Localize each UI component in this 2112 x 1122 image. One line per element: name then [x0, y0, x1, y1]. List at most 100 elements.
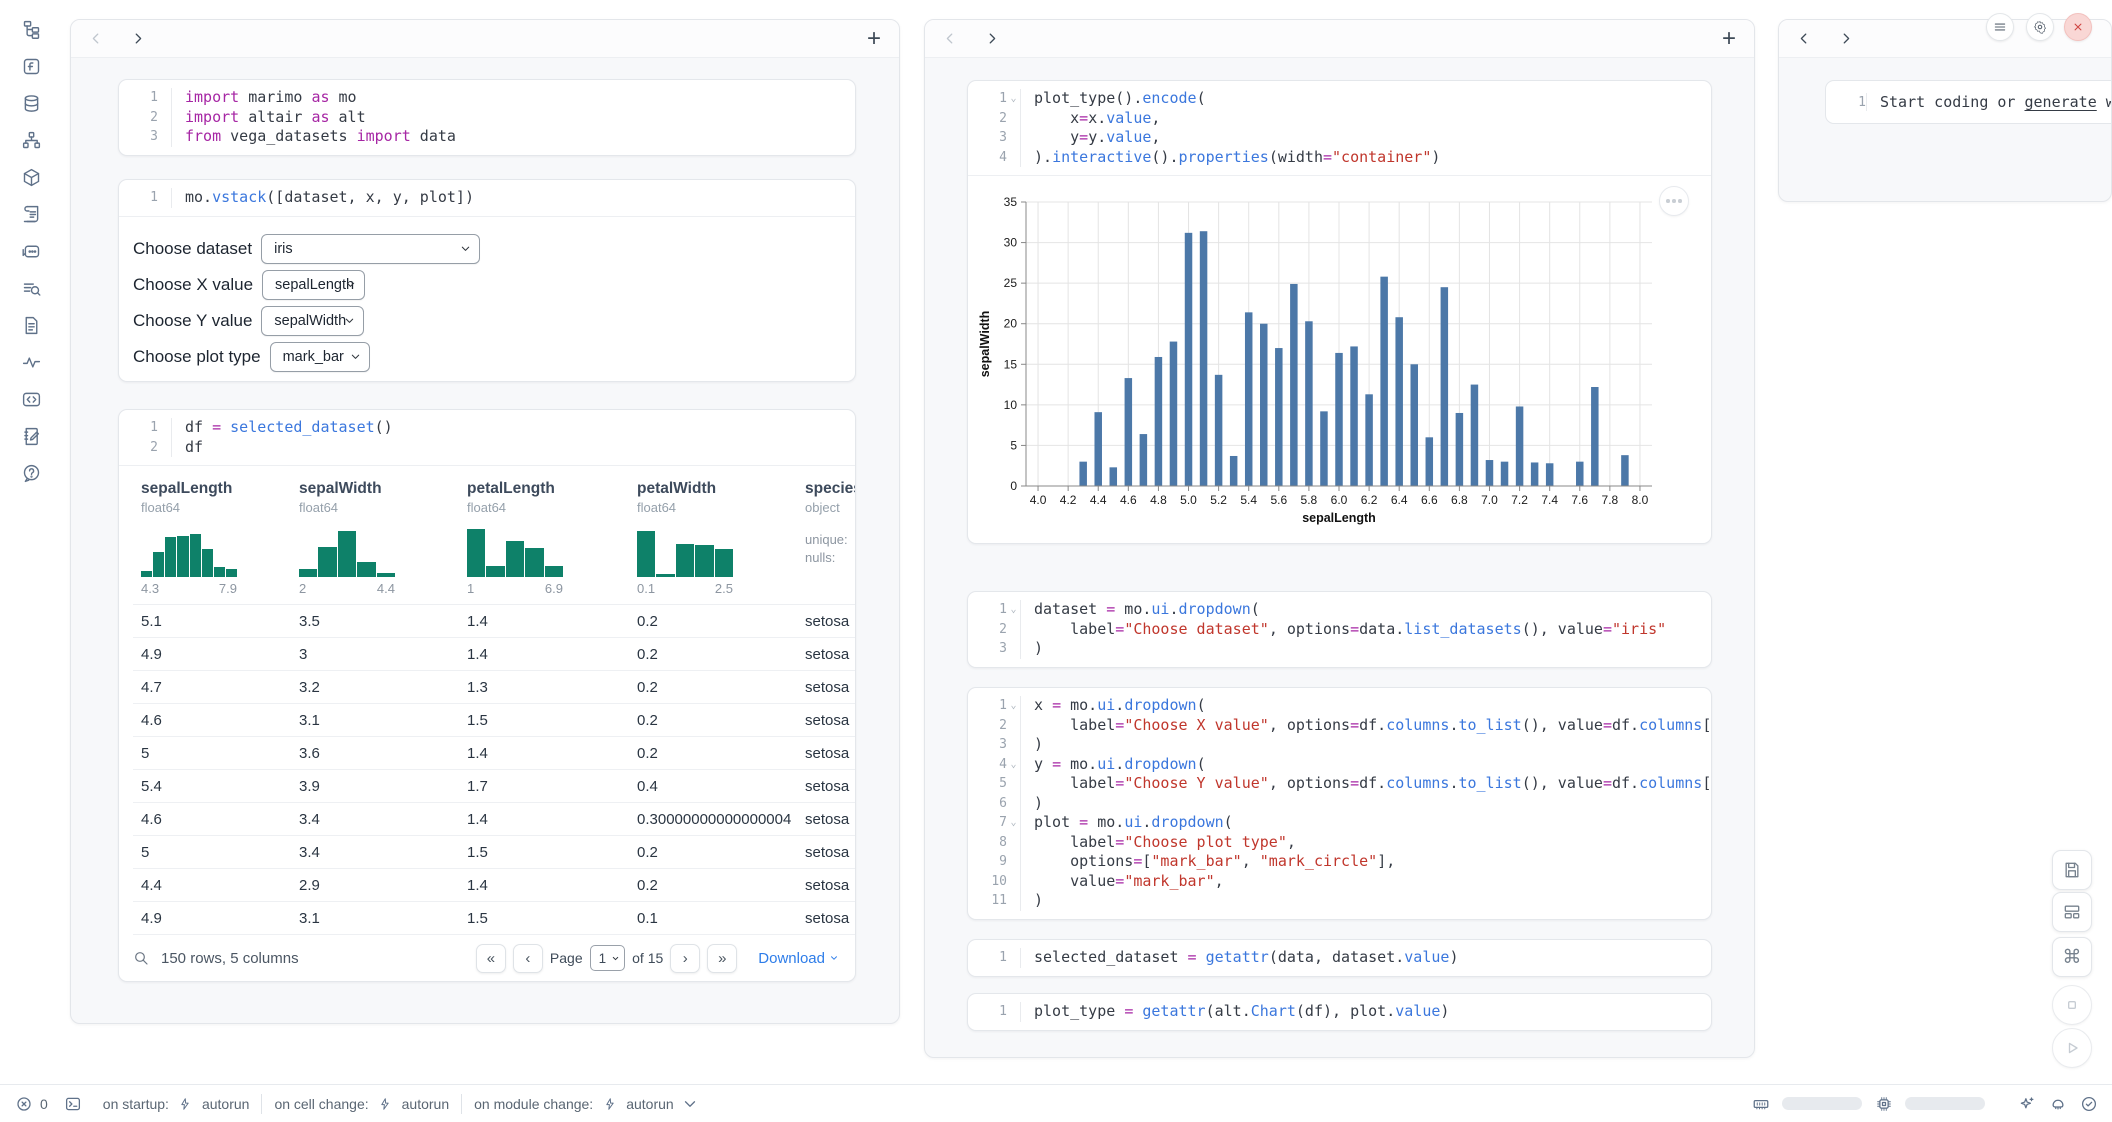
table-row[interactable]: 53.41.50.2setosa	[133, 836, 855, 869]
line-number: 1	[150, 88, 158, 108]
column-header[interactable]: speciesobjectunique:nulls:	[797, 480, 855, 596]
cell-vstack[interactable]: 1mo.vstack([dataset, x, y, plot]) Choose…	[118, 179, 856, 382]
chevron-right-icon[interactable]	[1838, 31, 1853, 46]
table-row[interactable]: 4.73.21.30.2setosa	[133, 671, 855, 704]
prev-page-button[interactable]: ‹	[513, 944, 543, 973]
code-editor[interactable]: 1plot_type = getattr(alt.Chart(df), plot…	[968, 994, 1711, 1030]
hierarchy-icon[interactable]	[20, 129, 42, 151]
stop-button[interactable]	[2052, 985, 2092, 1025]
marimo-cloud-icon[interactable]	[2048, 1094, 2067, 1113]
layout-toggle-button[interactable]	[2052, 892, 2092, 932]
menu-button[interactable]	[1986, 13, 2014, 41]
cpu-usage-bar[interactable]	[1905, 1097, 1985, 1110]
table-row[interactable]: 4.93.11.50.1setosa	[133, 902, 855, 935]
chevron-left-icon[interactable]	[89, 31, 104, 46]
page-select[interactable]: 1	[590, 945, 626, 971]
next-page-button[interactable]: ›	[670, 944, 700, 973]
code-editor[interactable]: 1df = selected_dataset()2df	[119, 410, 855, 465]
document-icon[interactable]	[20, 314, 42, 336]
table-cell: 2.9	[291, 877, 459, 894]
dropdown-select[interactable]: sepalLength	[262, 270, 365, 300]
table-row[interactable]: 4.63.41.40.30000000000000004setosa	[133, 803, 855, 836]
chevron-left-icon[interactable]	[1797, 31, 1812, 46]
terminal-icon[interactable]	[64, 1094, 83, 1113]
chevron-left-icon[interactable]	[943, 31, 958, 46]
file-tree-icon[interactable]	[20, 18, 42, 40]
code-editor[interactable]: 1import marimo as mo2import altair as al…	[119, 80, 855, 155]
ai-sparkles-icon[interactable]	[2017, 1094, 2036, 1113]
shutdown-close-button[interactable]	[2064, 13, 2092, 41]
save-button[interactable]	[2052, 850, 2092, 890]
chart-svg[interactable]: 4.04.24.44.64.85.05.25.45.65.86.06.26.46…	[976, 186, 1676, 538]
cell-xy-dropdowns[interactable]: 1⌄x = mo.ui.dropdown(2 label="Choose X v…	[967, 687, 1712, 920]
script-icon[interactable]	[20, 203, 42, 225]
code-editor[interactable]: 1⌄dataset = mo.ui.dropdown(2 label="Choo…	[968, 592, 1711, 667]
table-row[interactable]: 4.42.91.40.2setosa	[133, 869, 855, 902]
on-cell-change-setting[interactable]: on cell change: autorun	[274, 1094, 449, 1113]
table-row[interactable]: 4.63.11.50.2setosa	[133, 704, 855, 737]
table-row[interactable]: 5.13.51.40.2setosa	[133, 605, 855, 638]
chat-bot-icon[interactable]	[20, 240, 42, 262]
help-icon[interactable]	[20, 462, 42, 484]
chevron-right-icon[interactable]	[984, 31, 999, 46]
download-button[interactable]: Download	[758, 950, 839, 967]
code-editor[interactable]: 1mo.vstack([dataset, x, y, plot])	[119, 180, 855, 216]
ram-usage-bar[interactable]	[1782, 1097, 1862, 1110]
fold-chevron-icon[interactable]: ⌄	[1007, 813, 1020, 833]
connection-status-icon[interactable]	[2079, 1094, 2098, 1113]
code-editor[interactable]: 1selected_dataset = getattr(data, datase…	[968, 940, 1711, 976]
column-header[interactable]: sepalLengthfloat644.37.9	[133, 480, 291, 596]
notebook-edit-icon[interactable]	[20, 425, 42, 447]
error-indicator[interactable]: 0	[14, 1094, 48, 1113]
search-icon[interactable]	[133, 950, 149, 966]
chevron-right-icon[interactable]	[130, 31, 145, 46]
cell-dataset-dropdown[interactable]: 1⌄dataset = mo.ui.dropdown(2 label="Choo…	[967, 591, 1712, 668]
generate-ai-link[interactable]: generate	[2025, 93, 2097, 111]
cell-placeholder[interactable]: Start coding or generate with AI	[1866, 93, 2112, 111]
run-all-button[interactable]	[2052, 1028, 2092, 1068]
table-cell: 5.1	[133, 613, 291, 630]
cell-imports[interactable]: 1import marimo as mo2import altair as al…	[118, 79, 856, 156]
cell-plot[interactable]: 1⌄plot_type().encode(2 x=x.value,3 y=y.v…	[967, 80, 1712, 544]
fold-chevron-icon[interactable]: ⌄	[1007, 600, 1020, 620]
on-startup-setting[interactable]: on startup: autorun	[103, 1094, 250, 1113]
table-row[interactable]: 4.931.40.2setosa	[133, 638, 855, 671]
fold-chevron-icon[interactable]: ⌄	[1007, 755, 1020, 775]
column-header[interactable]: petalWidthfloat640.12.5	[629, 480, 797, 596]
dataframe-table: sepalLengthfloat644.37.9sepalWidthfloat6…	[133, 466, 855, 935]
cell-selected-dataset[interactable]: 1selected_dataset = getattr(data, datase…	[967, 939, 1712, 977]
code-editor[interactable]: 1⌄plot_type().encode(2 x=x.value,3 y=y.v…	[968, 81, 1711, 175]
settings-gear-button[interactable]	[2026, 13, 2054, 41]
code-editor[interactable]: 1⌄x = mo.ui.dropdown(2 label="Choose X v…	[968, 688, 1711, 919]
svg-text:25: 25	[1004, 276, 1018, 290]
command-palette-button[interactable]: ⌘	[2052, 937, 2092, 977]
add-column-button[interactable]: +	[1722, 27, 1736, 51]
run-setting-value: autorun	[626, 1096, 673, 1112]
dropdown-select[interactable]: mark_bar	[270, 342, 370, 372]
dropdown-select[interactable]: sepalWidth	[261, 306, 364, 336]
package-icon[interactable]	[20, 166, 42, 188]
table-cell: setosa	[797, 778, 855, 795]
table-row[interactable]: 5.43.91.70.4setosa	[133, 770, 855, 803]
function-icon[interactable]	[20, 55, 42, 77]
code-snippet-icon[interactable]	[20, 388, 42, 410]
column-header[interactable]: sepalWidthfloat6424.4	[291, 480, 459, 596]
database-icon[interactable]	[20, 92, 42, 114]
altair-bar-chart[interactable]: 4.04.24.44.64.85.05.25.45.65.86.06.26.46…	[976, 186, 1711, 543]
last-page-button[interactable]: »	[707, 944, 737, 973]
chart-menu-button[interactable]	[1659, 186, 1689, 216]
empty-cell[interactable]: 1 Start coding or generate with AI	[1825, 80, 2112, 124]
cell-dataframe[interactable]: 1df = selected_dataset()2df sepalLengthf…	[118, 409, 856, 982]
activity-icon[interactable]	[20, 351, 42, 373]
cell-plot-type[interactable]: 1plot_type = getattr(alt.Chart(df), plot…	[967, 993, 1712, 1031]
search-list-icon[interactable]	[20, 277, 42, 299]
column-header[interactable]: petalLengthfloat6416.9	[459, 480, 629, 596]
add-column-button[interactable]: +	[867, 27, 881, 51]
first-page-button[interactable]: «	[476, 944, 506, 973]
fold-chevron-icon[interactable]: ⌄	[1007, 89, 1020, 109]
ram-icon	[1751, 1094, 1770, 1113]
fold-chevron-icon[interactable]: ⌄	[1007, 696, 1020, 716]
dropdown-select[interactable]: iris	[261, 234, 480, 264]
on-module-change-setting[interactable]: on module change: autorun	[474, 1094, 694, 1113]
table-row[interactable]: 53.61.40.2setosa	[133, 737, 855, 770]
